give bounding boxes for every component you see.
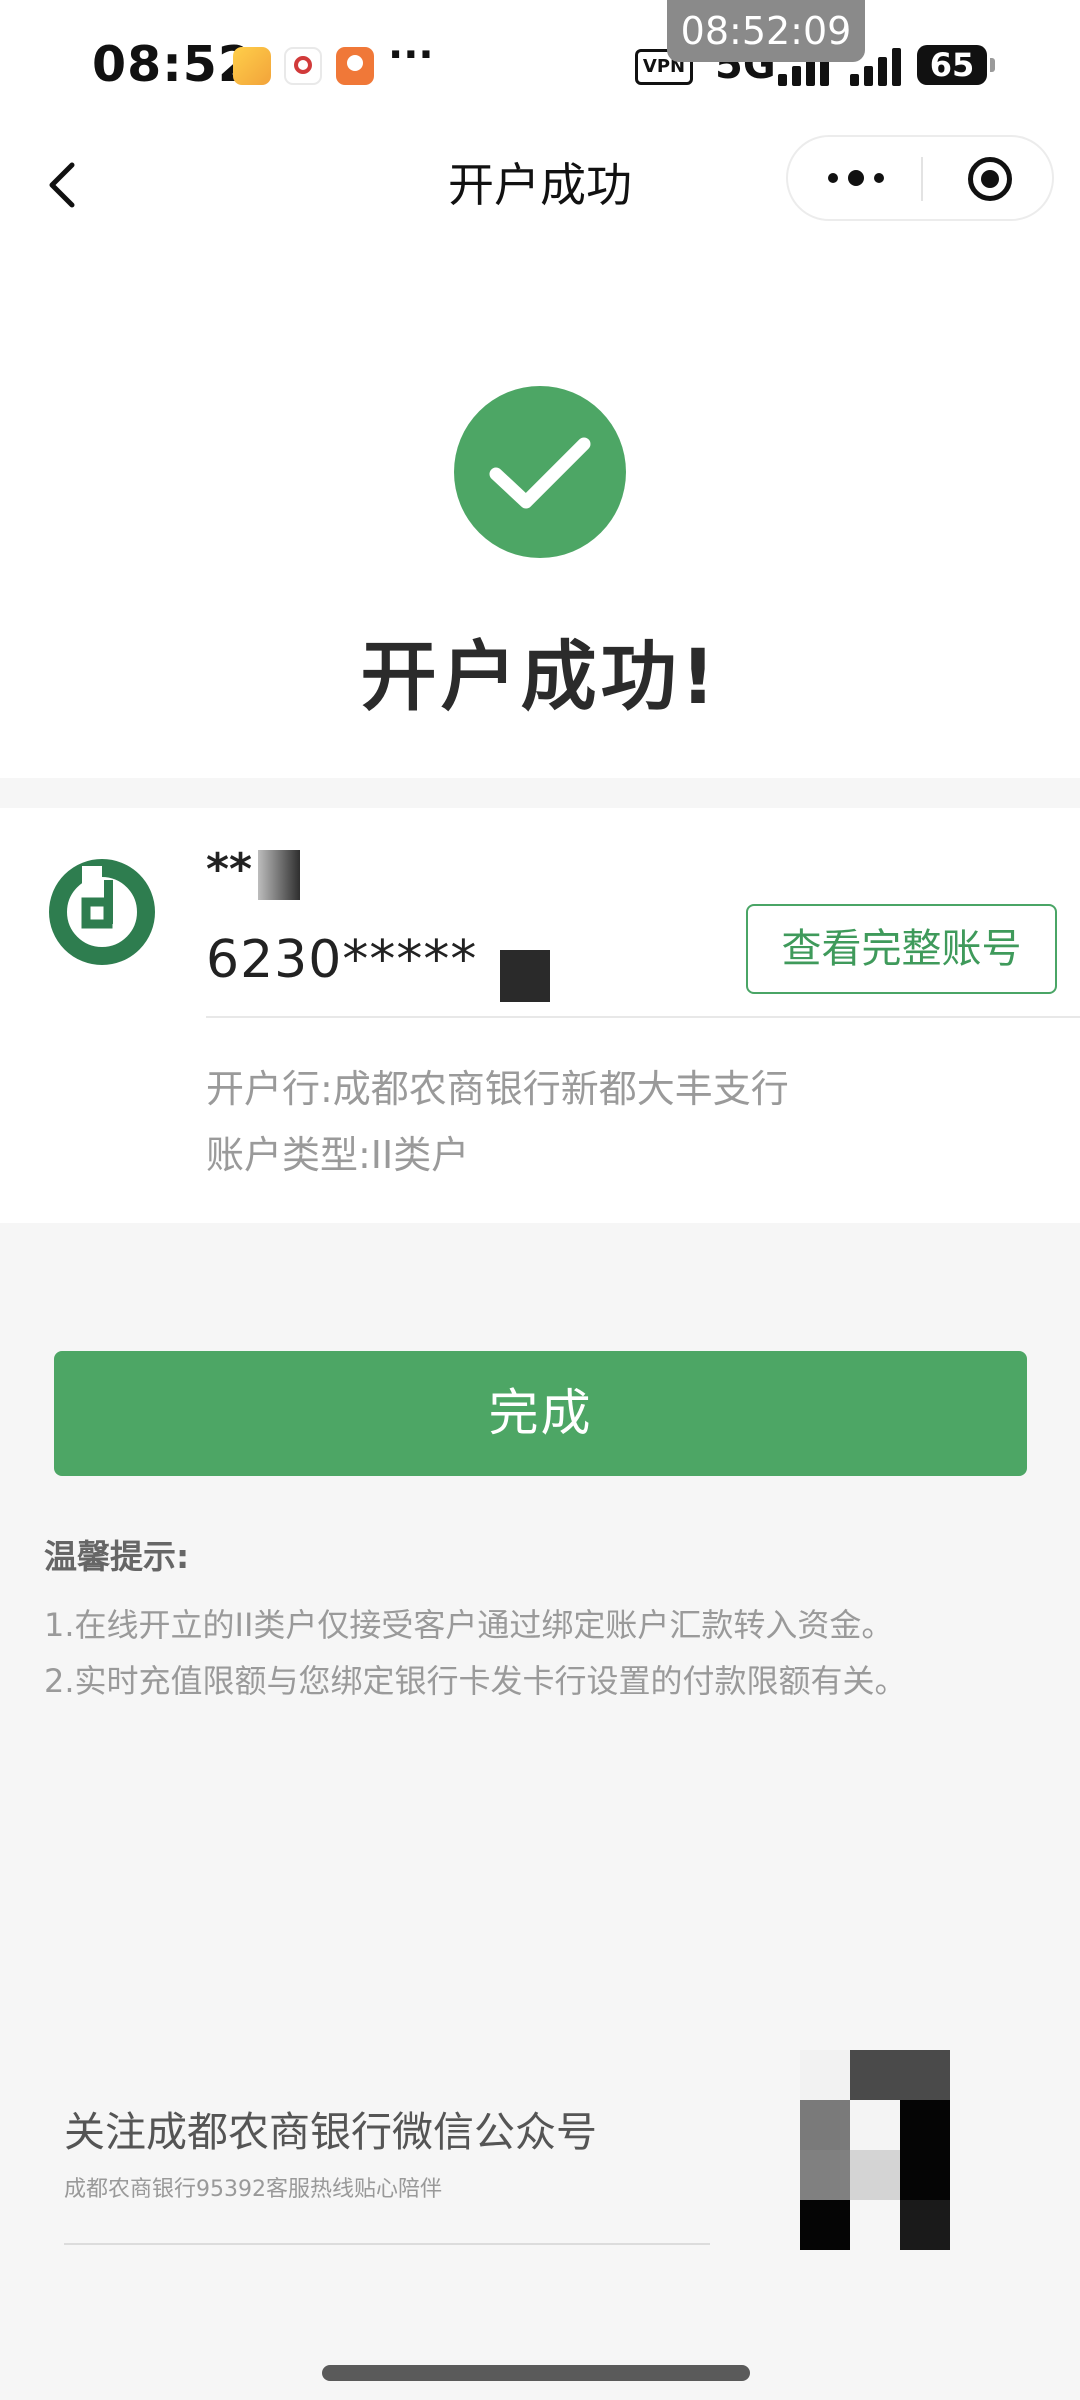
masked-number-block bbox=[500, 950, 550, 1002]
gallery-app-icon bbox=[233, 47, 271, 85]
success-title: 开户成功! bbox=[360, 632, 720, 721]
account-type-text: 账户类型:II类户 bbox=[206, 1133, 470, 1177]
footer-divider bbox=[64, 2243, 710, 2245]
account-number: 6230***** bbox=[206, 930, 478, 990]
tips-title: 温馨提示: bbox=[44, 1537, 190, 1576]
view-full-account-button[interactable]: 查看完整账号 bbox=[746, 904, 1057, 994]
home-indicator bbox=[322, 2365, 750, 2381]
status-time: 08:52 bbox=[92, 36, 253, 93]
qr-code-image[interactable] bbox=[800, 2050, 950, 2250]
capsule-divider bbox=[921, 157, 923, 201]
more-options-button[interactable] bbox=[788, 137, 921, 221]
done-button[interactable]: 完成 bbox=[54, 1351, 1027, 1476]
back-button[interactable] bbox=[36, 155, 96, 215]
battery-tip bbox=[990, 58, 995, 72]
account-card: ** 6230***** 查看完整账号 开户行:成都农商银行新都大丰支行 账户类… bbox=[0, 808, 1080, 1223]
check-circle-icon bbox=[454, 386, 626, 558]
status-bar: 08:52 ··· VPN 5G 65 08:52:09 bbox=[0, 0, 1080, 135]
account-holder-name: ** bbox=[206, 844, 253, 895]
screen-record-timer: 08:52:09 bbox=[667, 0, 865, 62]
mini-program-capsule bbox=[786, 135, 1054, 221]
battery-icon: 65 bbox=[917, 45, 987, 85]
tip-line: 1.在线开立的II类户仅接受客户通过绑定账户汇款转入资金。 bbox=[44, 1606, 894, 1644]
follow-account-subtitle: 成都农商银行95392客服热线贴心陪伴 bbox=[64, 2177, 442, 2202]
more-notifications-icon: ··· bbox=[388, 32, 434, 78]
tip-line: 2.实时充值限额与您绑定银行卡发卡行设置的付款限额有关。 bbox=[44, 1662, 907, 1700]
bank-logo-icon bbox=[49, 859, 155, 965]
app-notification-icon bbox=[336, 47, 374, 85]
follow-account-title: 关注成都农商银行微信公众号 bbox=[64, 2108, 597, 2156]
close-mini-program-button[interactable] bbox=[968, 157, 1012, 201]
masked-name-block bbox=[258, 850, 300, 900]
success-section: 开户成功! bbox=[0, 235, 1080, 778]
navigation-bar: 开户成功 bbox=[0, 135, 1080, 235]
chevron-left-icon bbox=[49, 162, 75, 208]
notification-app-icon bbox=[284, 47, 322, 85]
opening-bank-text: 开户行:成都农商银行新都大丰支行 bbox=[206, 1067, 789, 1111]
card-divider bbox=[206, 1016, 1080, 1018]
